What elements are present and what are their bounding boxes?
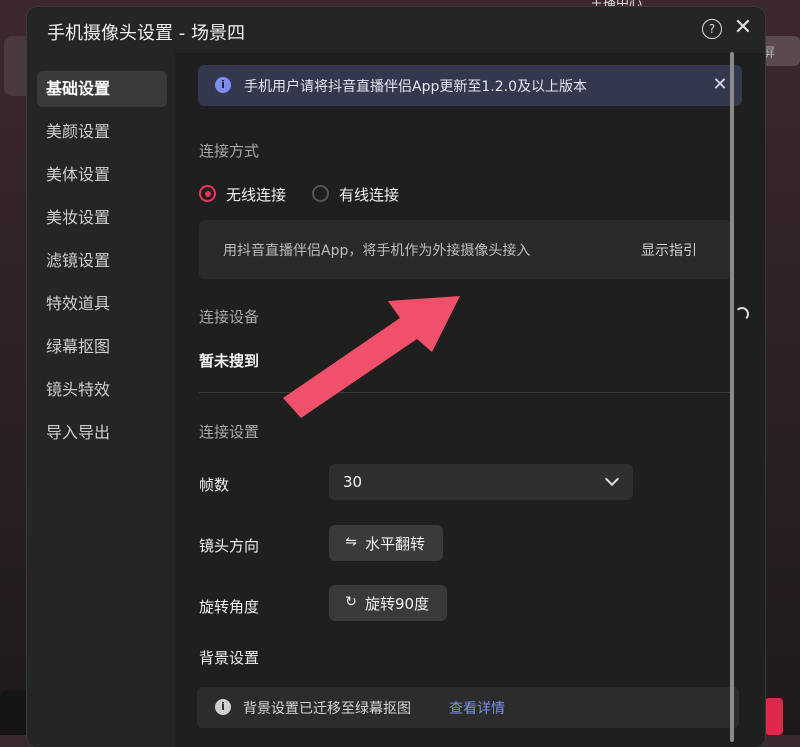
arrow-shape bbox=[283, 296, 460, 418]
annotation-arrow-icon bbox=[283, 296, 460, 418]
